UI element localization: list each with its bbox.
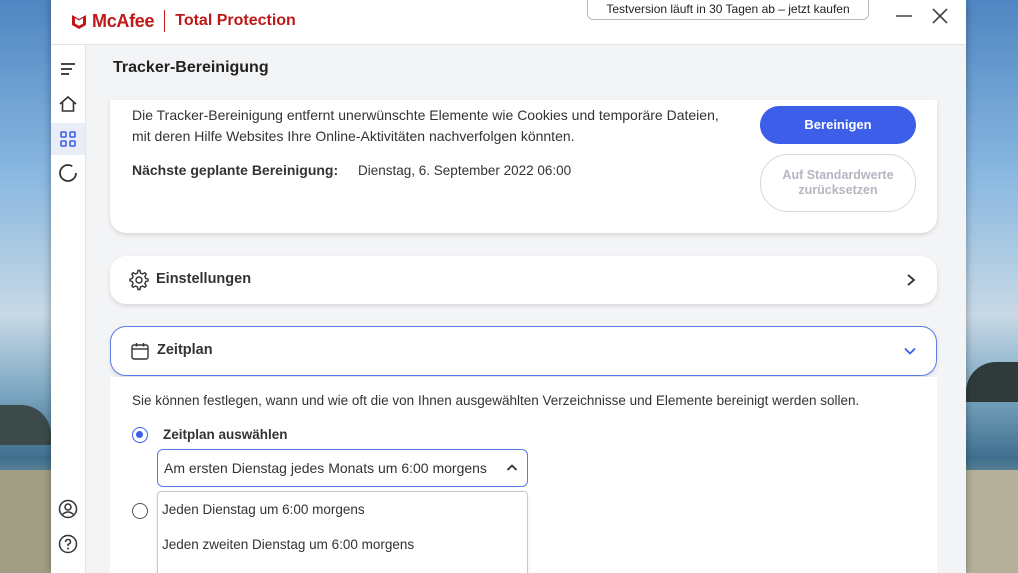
schedule-card-header[interactable]: Zeitplan [110, 326, 937, 376]
next-cleanup-label: Nächste geplante Bereinigung: [132, 162, 339, 178]
logo-divider [164, 10, 166, 32]
menu-icon[interactable] [57, 58, 79, 80]
page-title: Tracker-Bereinigung [113, 59, 269, 76]
mcafee-shield-icon [72, 15, 86, 29]
mcafee-logo: McAfee Total Protection [71, 9, 296, 33]
title-bar: McAfee Total Protection Testversion läuf… [51, 0, 966, 45]
background-sand-left [0, 470, 51, 573]
schedule-dropdown-value: Am ersten Dienstag jedes Monats um 6:00 … [164, 460, 487, 476]
schedule-options-list: Jeden Dienstag um 6:00 morgens Jeden zwe… [157, 491, 528, 573]
schedule-option[interactable]: Jeden Dienstag um 6:00 morgens [162, 502, 365, 517]
calendar-icon [131, 343, 149, 360]
home-icon[interactable] [57, 93, 79, 115]
apps-grid-icon[interactable] [57, 128, 79, 150]
chevron-down-icon [904, 347, 916, 355]
background-rock-left [0, 405, 51, 445]
progress-circle-icon[interactable] [57, 162, 79, 184]
help-icon[interactable] [57, 533, 79, 555]
chevron-right-icon [907, 274, 916, 286]
overview-description: Die Tracker-Bereinigung entfernt unerwün… [132, 107, 719, 144]
schedule-dropdown[interactable]: Am ersten Dienstag jedes Monats um 6:00 … [157, 449, 528, 487]
product-name: Total Protection [175, 12, 296, 29]
app-window: McAfee Total Protection Testversion läuf… [51, 0, 966, 573]
next-cleanup-value: Dienstag, 6. September 2022 06:00 [358, 163, 572, 178]
clean-button[interactable]: Bereinigen [760, 106, 916, 144]
close-icon[interactable] [929, 5, 951, 27]
schedule-title: Zeitplan [157, 342, 213, 358]
gear-icon [129, 269, 149, 291]
schedule-card-body: Sie können festlegen, wann und wie oft d… [110, 377, 937, 573]
minimize-icon[interactable] [894, 6, 914, 26]
custom-schedule-radio[interactable] [132, 503, 148, 519]
sidebar [51, 45, 86, 573]
schedule-select-label: Zeitplan auswählen [163, 427, 288, 442]
schedule-select-radio[interactable] [132, 427, 148, 443]
background-rock-right [966, 362, 1018, 402]
background-sand-right [966, 470, 1018, 573]
trial-buy-button[interactable]: Testversion läuft in 30 Tagen ab – jetzt… [587, 0, 869, 20]
chevron-up-icon [506, 464, 518, 471]
brand-name: McAfee [92, 10, 155, 31]
settings-card[interactable]: Einstellungen [110, 256, 937, 304]
reset-defaults-label: Auf Standardwerte zurücksetzen [782, 167, 894, 198]
reset-defaults-button[interactable]: Auf Standardwerte zurücksetzen [760, 154, 916, 212]
overview-card: Die Tracker-Bereinigung entfernt unerwün… [110, 100, 937, 233]
settings-title: Einstellungen [156, 271, 252, 287]
schedule-option[interactable]: Jeden zweiten Dienstag um 6:00 morgens [162, 537, 414, 552]
main-content: Tracker-Bereinigung Die Tracker-Bereinig… [86, 45, 966, 573]
schedule-description: Sie können festlegen, wann und wie oft d… [132, 393, 860, 408]
account-icon[interactable] [57, 498, 79, 520]
